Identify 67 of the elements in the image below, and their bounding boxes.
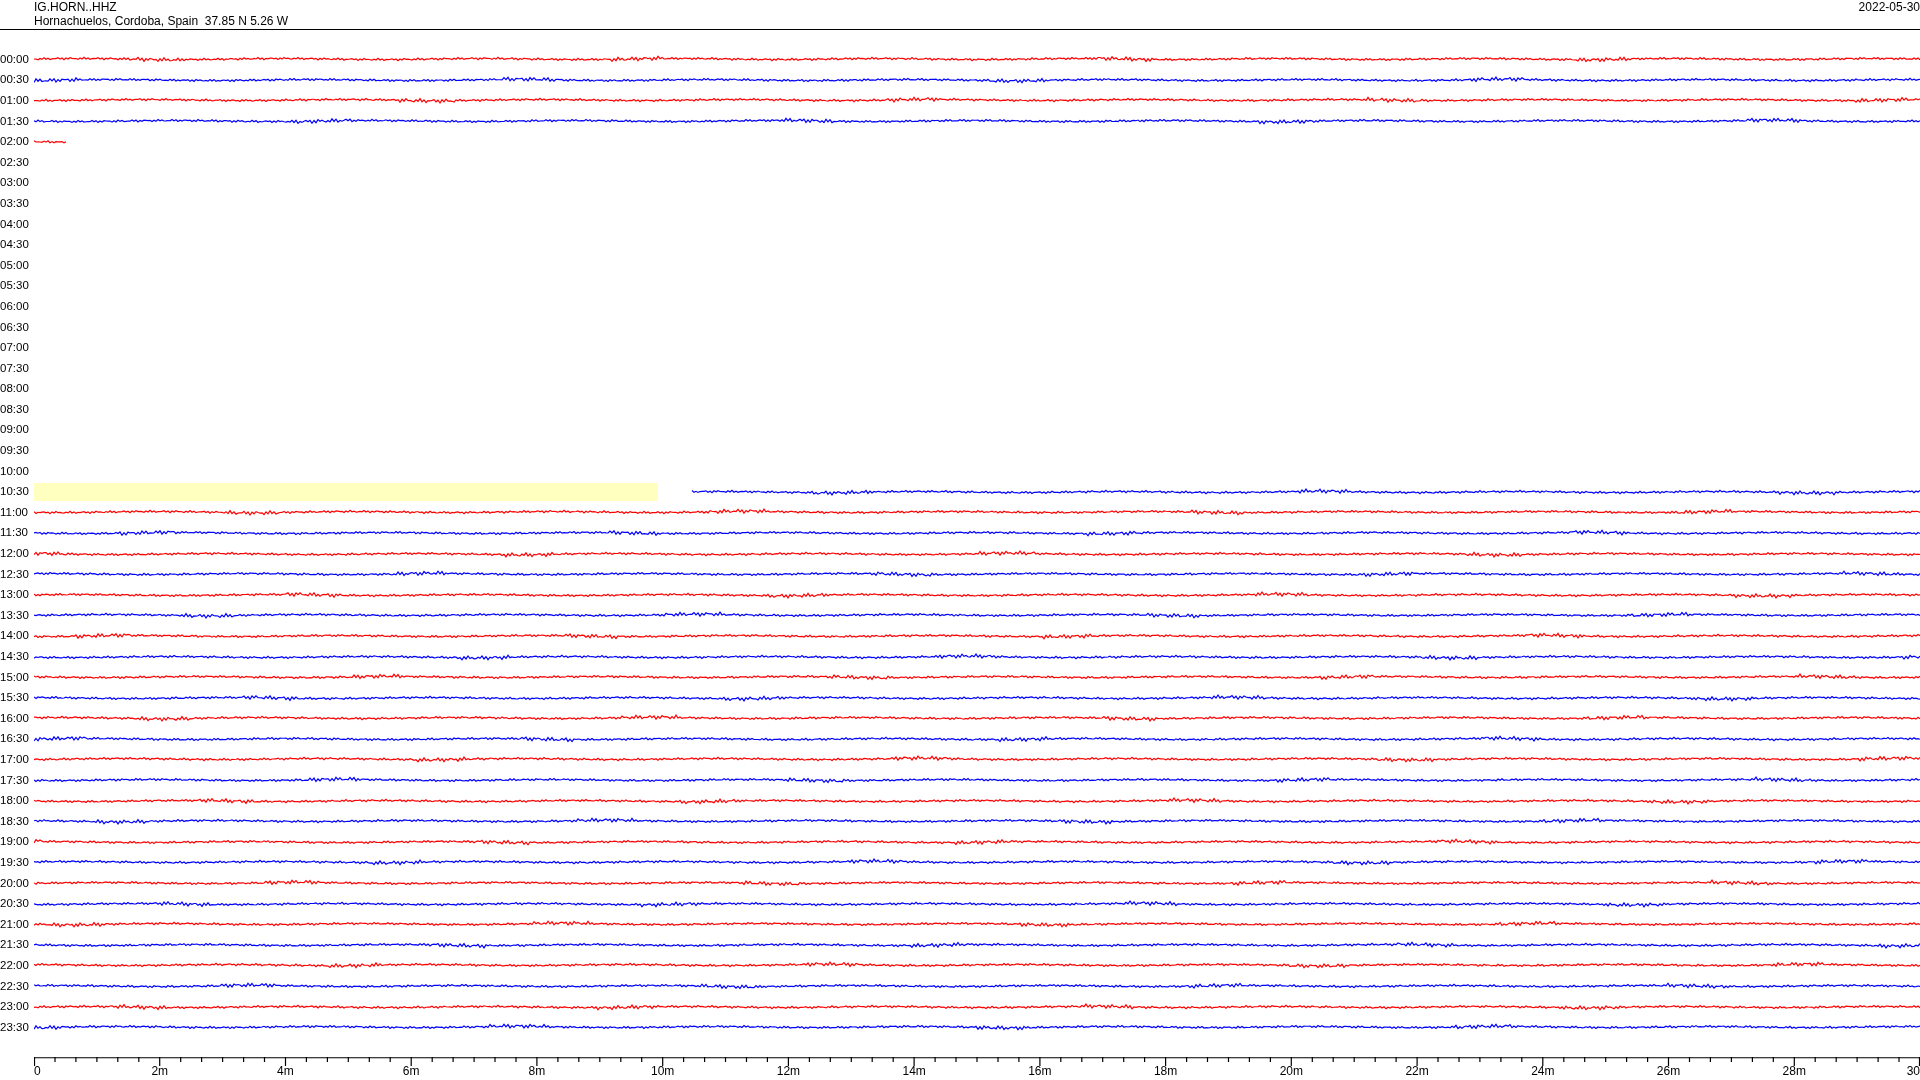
- hour-label: 18:00: [0, 794, 29, 808]
- hour-label: 17:00: [0, 753, 29, 766]
- record-date: 2022-05-30: [1858, 0, 1920, 14]
- hour-label: 04:00: [0, 217, 29, 231]
- hour-label: 20:00: [0, 876, 29, 890]
- hour-label: 20:30: [0, 897, 29, 911]
- hour-label: 00:30: [0, 73, 29, 87]
- hour-label: 17:30: [0, 773, 29, 787]
- hour-label: 11:30: [0, 526, 28, 540]
- hour-label: 06:00: [0, 299, 29, 313]
- hour-label: 12:00: [0, 547, 29, 561]
- hour-label: 10:00: [0, 464, 29, 478]
- axis-tick-label: 8m: [528, 1064, 546, 1077]
- hour-label: 22:30: [0, 979, 29, 993]
- hour-label: 13:00: [0, 588, 29, 602]
- hour-label: 08:30: [0, 402, 29, 416]
- hour-label: 23:00: [0, 1000, 29, 1014]
- hour-label: 13:30: [0, 608, 29, 622]
- station-code: IG.HORN..HHZ: [34, 0, 117, 14]
- axis-tick-label: 10m: [651, 1064, 675, 1077]
- hour-label: 15:00: [0, 670, 29, 684]
- hour-label: 05:30: [0, 279, 29, 293]
- hour-label: 00:00: [0, 52, 29, 66]
- axis-tick-label: 4m: [277, 1064, 294, 1077]
- hour-label: 09:00: [0, 423, 29, 437]
- hour-label: 16:30: [0, 732, 29, 746]
- axis-tick-label: 0: [34, 1064, 41, 1077]
- hour-label: 14:00: [0, 629, 29, 643]
- hour-label: 19:30: [0, 855, 29, 869]
- hour-label: 05:00: [0, 258, 29, 272]
- hour-label: 10:30: [0, 485, 29, 499]
- axis-tick-label: 6m: [402, 1064, 420, 1077]
- axis-tick-label: 20m: [1279, 1064, 1303, 1077]
- hour-label: 15:30: [0, 691, 29, 705]
- hour-label: 06:30: [0, 320, 29, 334]
- hour-label: 07:30: [0, 361, 29, 375]
- hour-label: 03:00: [0, 176, 29, 190]
- hour-label: 21:00: [0, 917, 29, 931]
- axis-tick-label: 16m: [1028, 1064, 1052, 1077]
- axis-tick-label: 14m: [902, 1064, 926, 1077]
- axis-tick-label: 2m: [151, 1064, 169, 1077]
- hour-label: 08:00: [0, 382, 29, 396]
- hour-label: 02:00: [0, 135, 29, 149]
- axis-tick-label: 28m: [1782, 1064, 1806, 1077]
- axis-tick-label: 22m: [1405, 1064, 1429, 1077]
- axis-tick-label: 12m: [776, 1064, 801, 1077]
- hour-label: 11:00: [0, 505, 28, 519]
- station-location: Hornachuelos, Cordoba, Spain 37.85 N 5.26 W: [34, 14, 289, 28]
- hour-label: 16:00: [0, 711, 29, 725]
- axis-tick-label: 24m: [1531, 1064, 1555, 1077]
- hour-label: 12:30: [0, 567, 29, 581]
- axis-tick-label: 30: [1906, 1064, 1920, 1077]
- hour-label: 21:30: [0, 938, 29, 952]
- hour-label: 01:00: [0, 94, 29, 107]
- axis-tick-label: 26m: [1656, 1064, 1681, 1077]
- hour-label: 04:30: [0, 238, 29, 252]
- axis-tick-label: 18m: [1153, 1064, 1178, 1077]
- hour-label: 09:30: [0, 444, 29, 458]
- hour-label: 19:00: [0, 835, 29, 849]
- hour-label: 14:30: [0, 650, 29, 663]
- hour-label: 01:30: [0, 114, 29, 128]
- hour-label: 03:30: [0, 196, 29, 210]
- hour-label: 02:30: [0, 155, 29, 169]
- hour-label: 18:30: [0, 814, 29, 828]
- hour-label: 22:00: [0, 958, 29, 972]
- hour-label: 23:30: [0, 1020, 29, 1034]
- hour-label: 07:00: [0, 341, 29, 355]
